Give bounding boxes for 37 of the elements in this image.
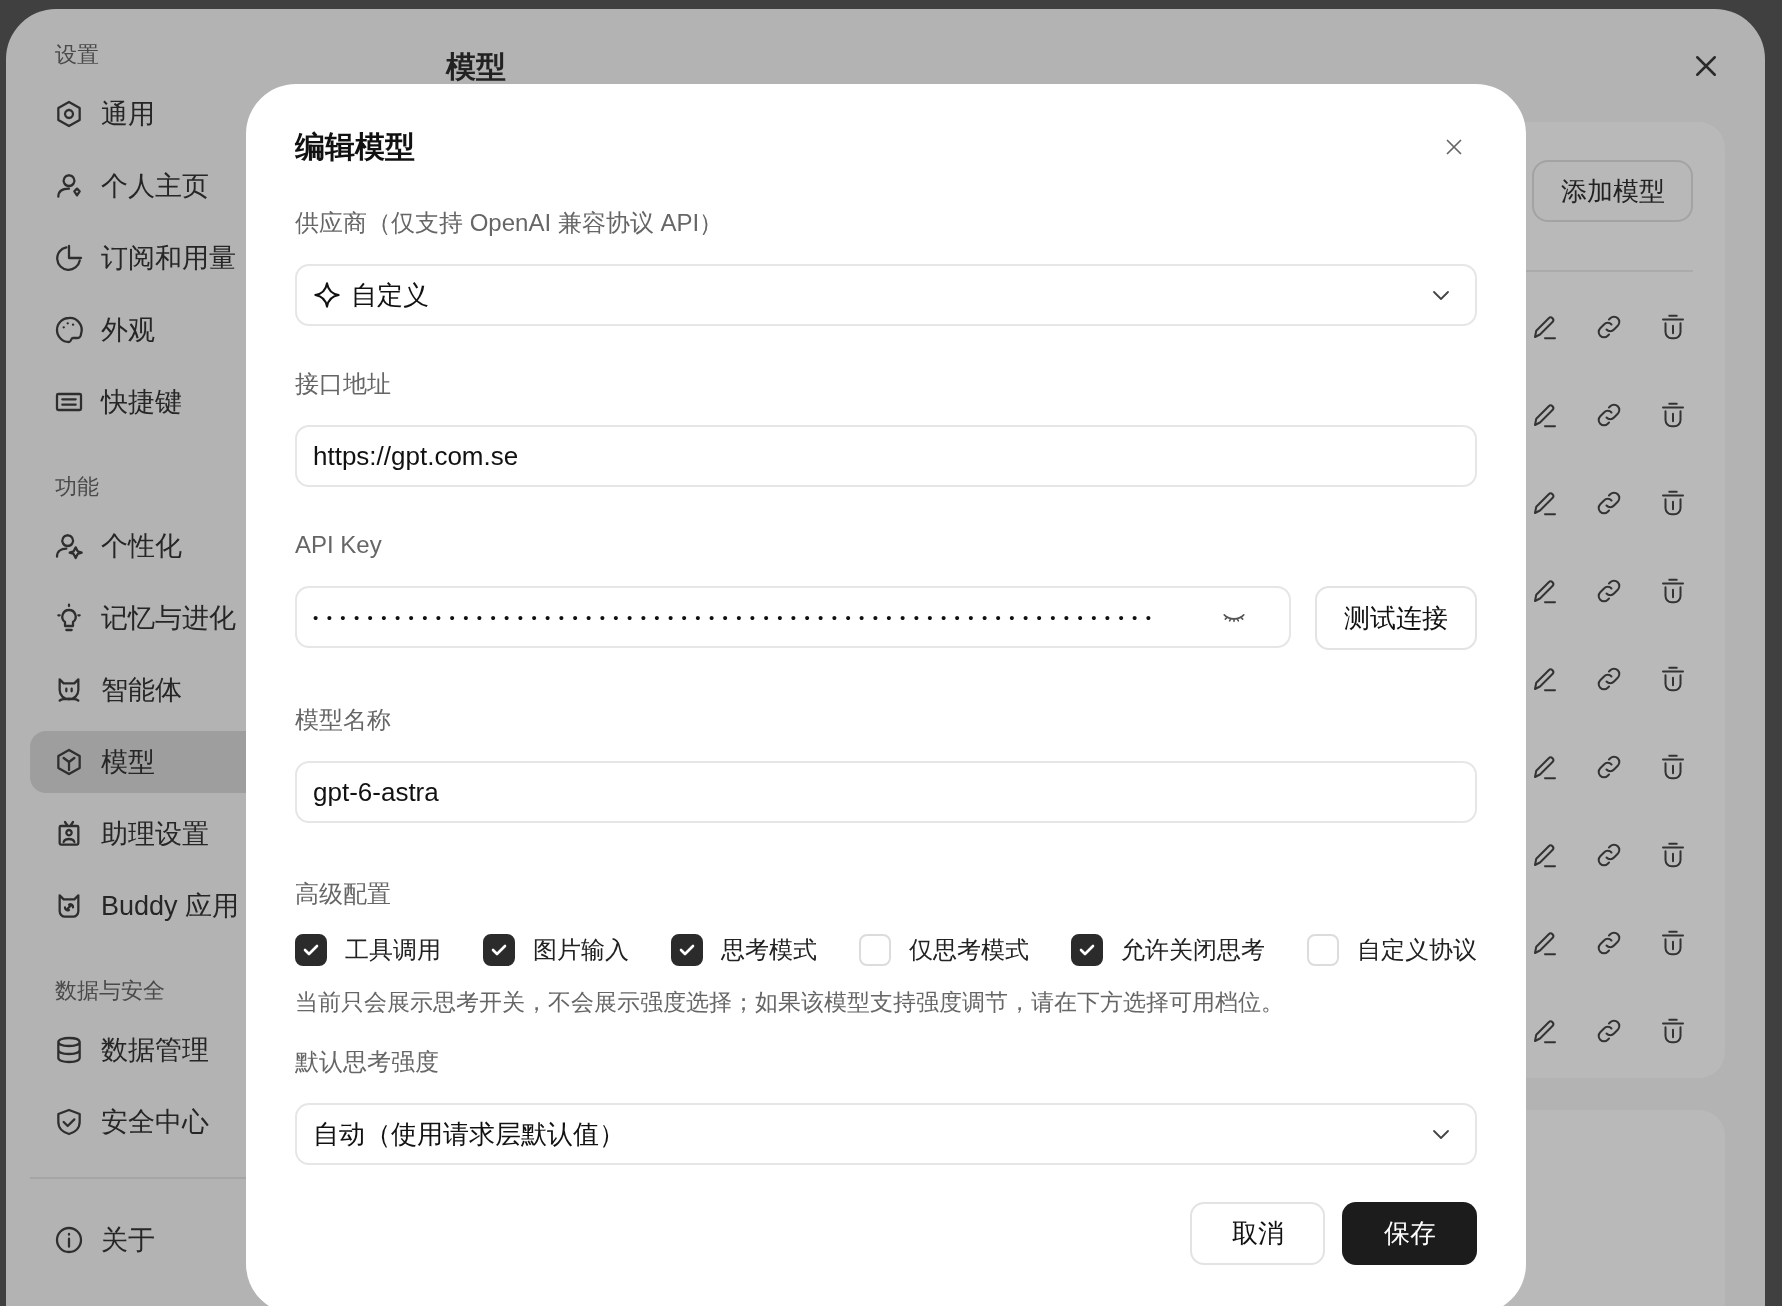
checkbox-label: 仅思考模式 <box>909 935 1029 965</box>
add-model-button[interactable]: 添加模型 <box>1532 160 1693 222</box>
page-title: 模型 <box>446 49 506 85</box>
provider-select[interactable]: 自定义 <box>295 264 1477 326</box>
field-label: API Key <box>295 530 383 560</box>
select-value: 自动（使用请求层默认值） <box>313 1117 626 1151</box>
sparkle-icon <box>313 281 341 309</box>
nav-icon <box>53 242 85 274</box>
input-field[interactable]: gpt-6-astra <box>295 761 1477 823</box>
cancel-button[interactable]: 取消 <box>1190 1202 1325 1265</box>
section-title: 数据与安全 <box>54 978 165 1004</box>
checkbox-label: 图片输入 <box>533 935 629 965</box>
checkbox-label: 工具调用 <box>345 935 441 965</box>
section-label: 高级配置 <box>295 879 392 909</box>
checkbox[interactable] <box>671 934 703 966</box>
checkbox[interactable] <box>295 934 327 966</box>
checkbox-label: 允许关闭思考 <box>1121 935 1265 965</box>
effort-select[interactable]: 自动（使用请求层默认值） <box>295 1103 1477 1165</box>
checkbox-label: 思考模式 <box>721 935 817 965</box>
field-label: 供应商（仅支持 OpenAI 兼容协议 API） <box>295 208 725 238</box>
input-field[interactable]: https://gpt.com.se <box>295 425 1477 487</box>
api-key-field[interactable]: •••••••••••••••••••••••••••••••••••••••••••••••••••••••••••••• <box>295 586 1291 648</box>
section-title: 功能 <box>54 474 99 500</box>
nav-icon <box>53 314 85 346</box>
checkbox[interactable] <box>483 934 515 966</box>
hint-text: 当前只会展示思考开关，不会展示强度选择；如果该模型支持强度调节，请在下方选择可用档位。 <box>295 988 1285 1016</box>
section-title: 设置 <box>54 42 99 68</box>
info-icon <box>53 1224 85 1256</box>
field-label: 接口地址 <box>295 369 392 399</box>
field-label: 默认思考强度 <box>295 1047 440 1077</box>
checkbox[interactable] <box>1071 934 1103 966</box>
save-button[interactable]: 保存 <box>1342 1202 1477 1265</box>
checkbox-label: 自定义协议 <box>1357 935 1477 965</box>
test-connection-button[interactable]: 测试连接 <box>1315 586 1477 650</box>
sidebar-item[interactable]: 关于 <box>30 1209 386 1271</box>
dialog-title: 编辑模型 <box>295 128 415 165</box>
select-value: 自定义 <box>351 278 430 312</box>
